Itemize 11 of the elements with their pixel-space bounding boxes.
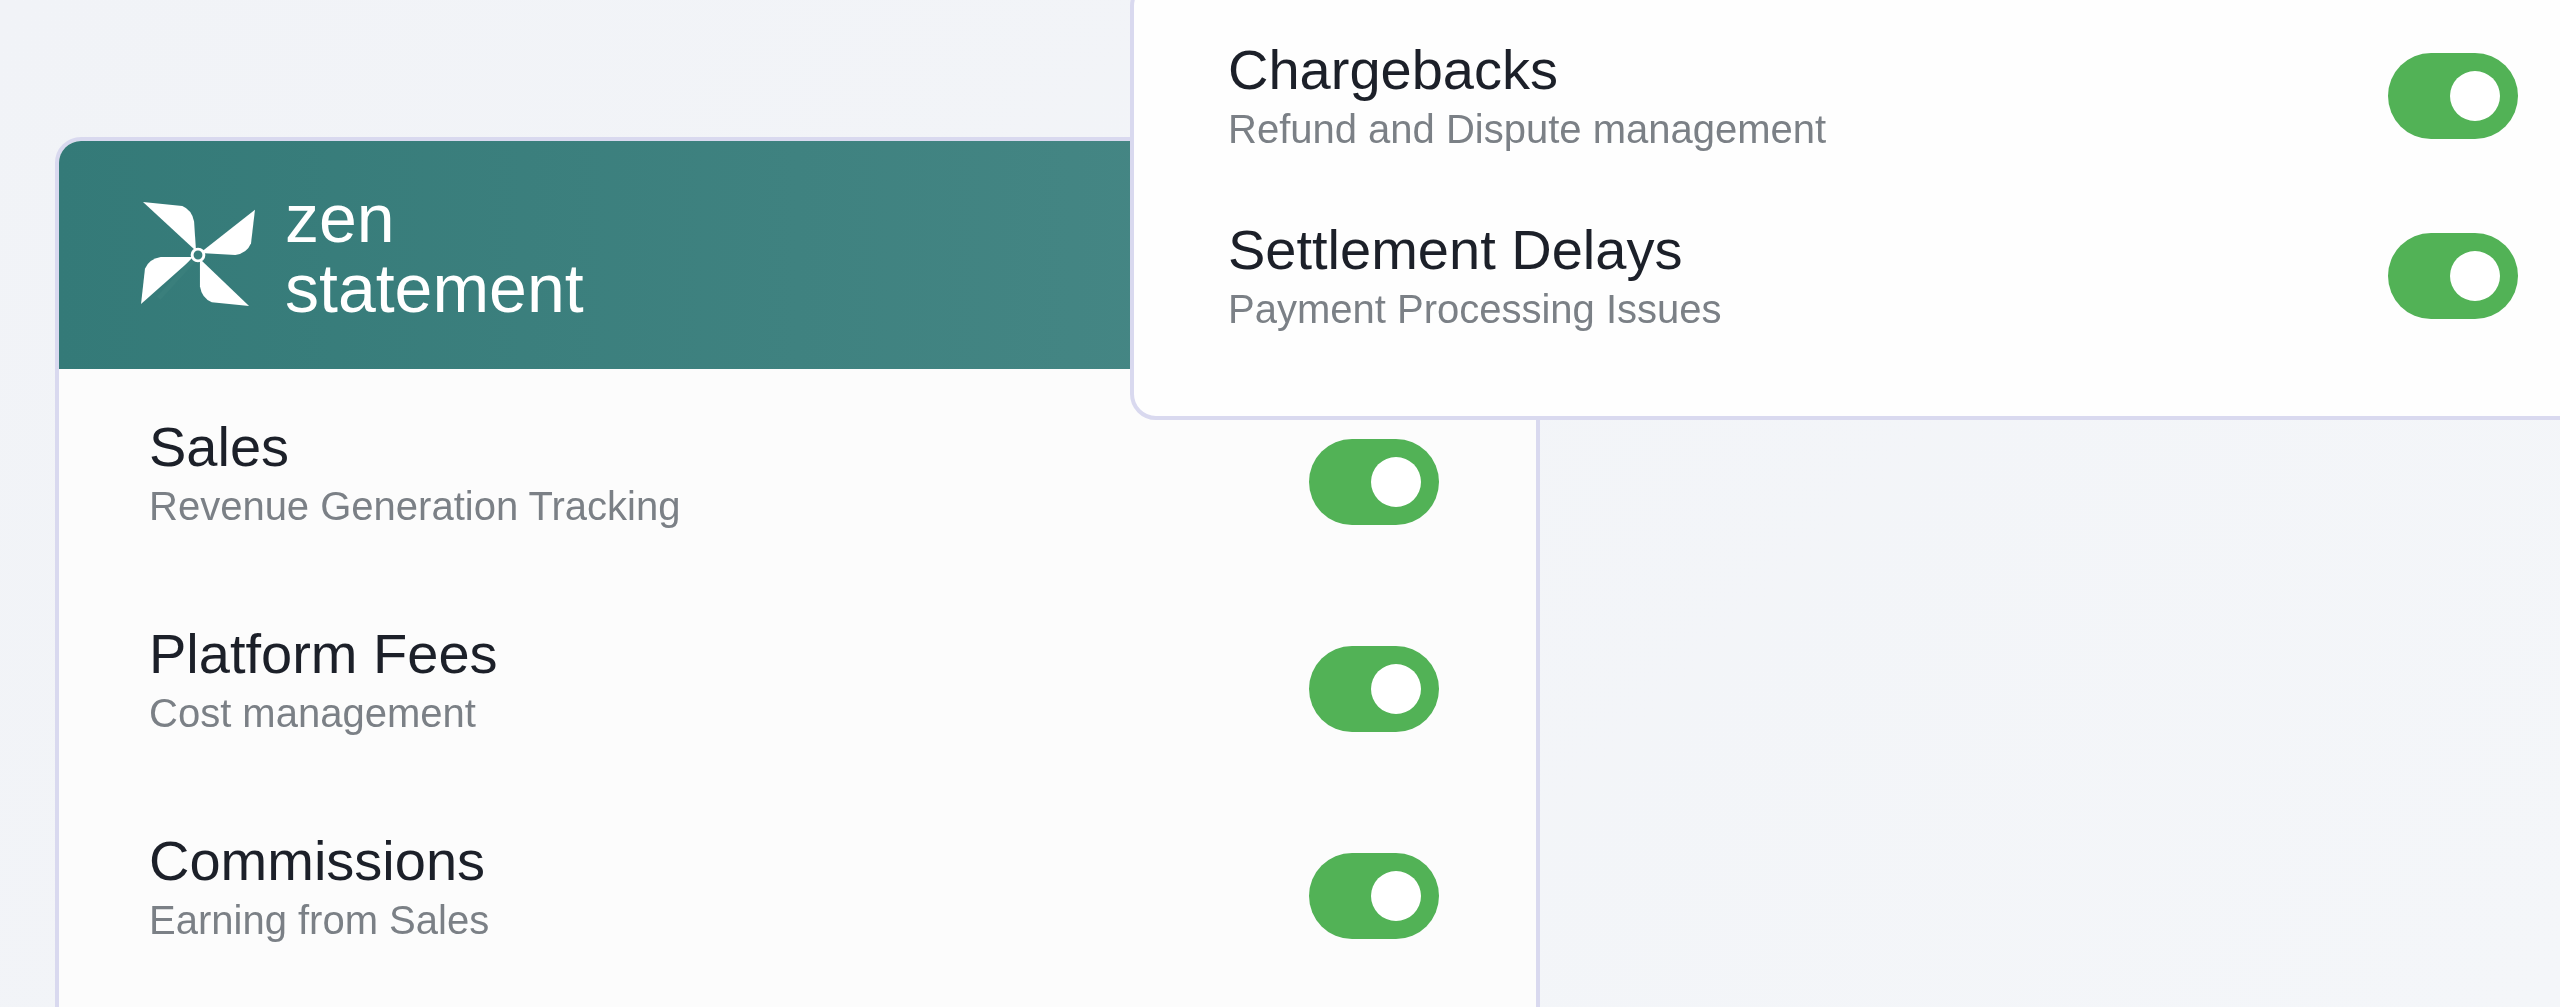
- setting-description: Revenue Generation Tracking: [149, 483, 681, 530]
- setting-title: Sales: [149, 414, 291, 480]
- setting-description: Cost management: [149, 690, 477, 737]
- setting-description: Earning from Sales: [149, 897, 490, 944]
- setting-description: Refund and Dispute management: [1228, 106, 1827, 153]
- setting-title: Platform Fees: [149, 621, 498, 687]
- setting-title: Commissions: [149, 828, 487, 894]
- setting-description: Payment Processing Issues: [1228, 286, 1722, 333]
- setting-title: Settlement Delays: [1228, 217, 1684, 283]
- logo-text: zen statement: [285, 183, 584, 323]
- setting-title: Chargebacks: [1228, 37, 1559, 103]
